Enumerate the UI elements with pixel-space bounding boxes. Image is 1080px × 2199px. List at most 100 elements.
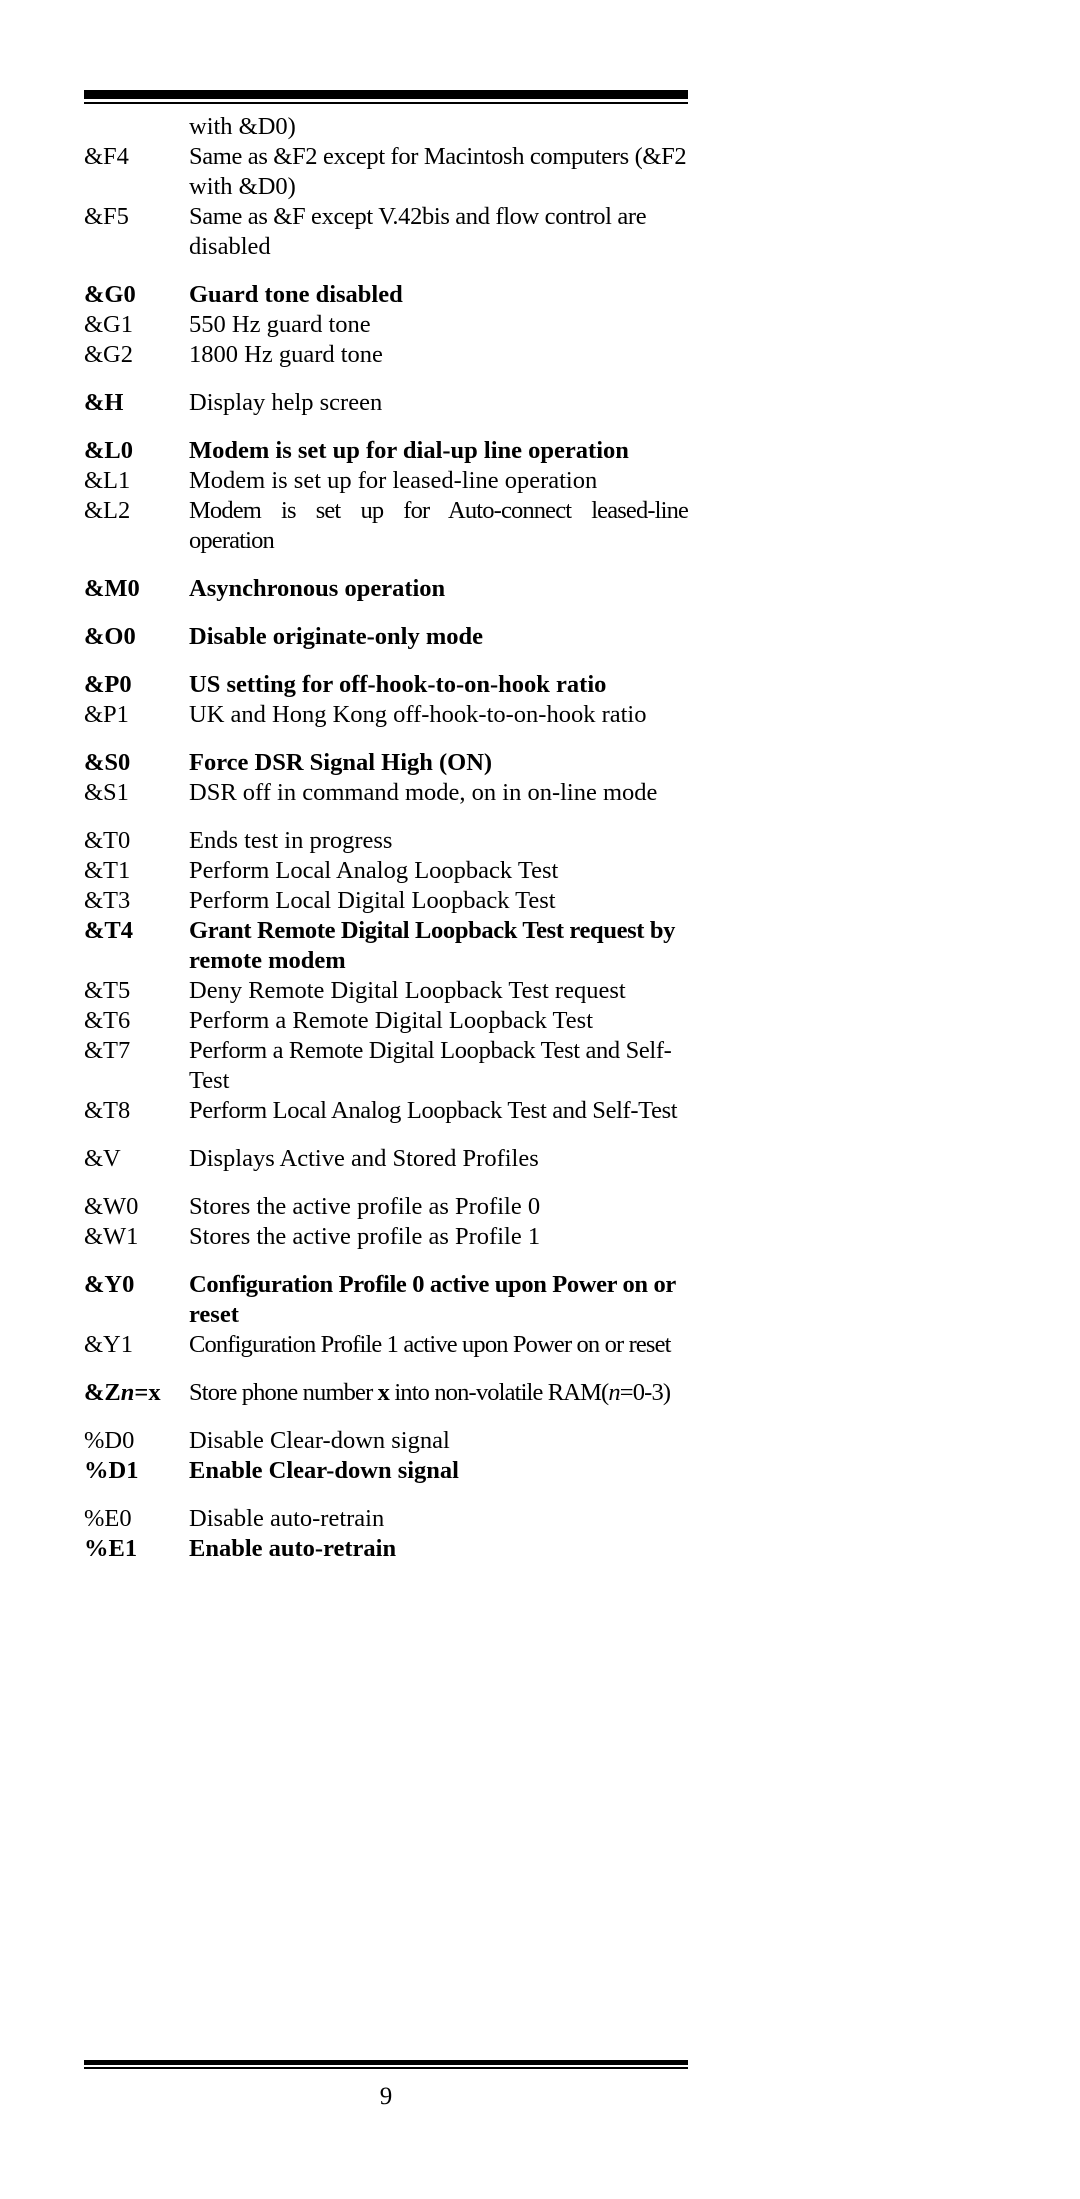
header-rule-thick [84, 90, 688, 99]
command-row: &S1 DSR off in command mode, on in on-lin… [84, 778, 688, 808]
command-row: %E1 Enable auto-retrain [84, 1534, 688, 1564]
command-description: Test [189, 1067, 230, 1094]
command-description: Modem is set up for leased-line operatio… [189, 467, 598, 494]
command-code: %E1 [84, 1535, 138, 1562]
command-row: &W0 Stores the active profile as Profile … [84, 1192, 688, 1222]
command-row: &M0 Asynchronous operation [84, 574, 688, 604]
footer-rule-thin [84, 2067, 688, 2069]
command-description: Same as &F except V.42bis and flow contr… [189, 203, 647, 230]
command-row: &S0 Force DSR Signal High (ON) [84, 748, 688, 778]
command-row: &T4 Grant Remote Digital Loopback Test re… [84, 916, 688, 946]
command-code: &S0 [84, 749, 131, 776]
command-description: Display help screen [189, 389, 383, 416]
command-description: with &D0) [189, 173, 296, 200]
command-row: &P0 US setting for off-hook-to-on-hook ra… [84, 670, 688, 700]
command-row: &H Display help screen [84, 388, 688, 418]
header-rule [84, 90, 688, 104]
header-rule-thin [84, 102, 688, 104]
command-description: 1800 Hz guard tone [189, 341, 383, 368]
command-code: &Zn=x [84, 1379, 161, 1406]
command-code: &L1 [84, 467, 131, 494]
command-row: &T3 Perform Local Digital Loopback Test [84, 886, 688, 916]
variable-x: x [377, 1379, 390, 1406]
command-row: &T7 Perform a Remote Digital Loopback Tes… [84, 1036, 688, 1066]
command-row: &T0 Ends test in progress [84, 826, 688, 856]
command-description: US setting for off-hook-to-on-hook ratio [189, 671, 607, 698]
command-description: Disable auto-retrain [189, 1505, 385, 1532]
command-row: &T6 Perform a Remote Digital Loopback Tes… [84, 1006, 688, 1036]
command-code: &W0 [84, 1193, 139, 1220]
command-code: &F5 [84, 203, 129, 230]
command-description: Displays Active and Stored Profiles [189, 1145, 539, 1172]
command-description: Perform a Remote Digital Loopback Test [189, 1007, 594, 1034]
command-code: &T1 [84, 857, 131, 884]
command-description: Store phone number x into non-volatile R… [189, 1379, 671, 1406]
command-row: &O0 Disable originate-only mode [84, 622, 688, 652]
command-code: &L2 [84, 497, 131, 524]
variable-n: n [608, 1379, 620, 1406]
command-description: Ends test in progress [189, 827, 393, 854]
command-code: &T5 [84, 977, 131, 1004]
command-code: &G1 [84, 311, 133, 338]
command-row-continuation: with &D0) [84, 112, 688, 142]
command-code: &T0 [84, 827, 131, 854]
command-code: &H [84, 389, 124, 416]
command-row: &G1 550 Hz guard tone [84, 310, 688, 340]
command-row: %D1 Enable Clear-down signal [84, 1456, 688, 1486]
command-description: Enable auto-retrain [189, 1535, 397, 1562]
command-description: Force DSR Signal High (ON) [189, 749, 493, 776]
command-row: &F4 Same as &F2 except for Macintosh comp… [84, 142, 688, 172]
document-page: with &D0) &F4 Same as &F2 except for Macin… [0, 0, 1080, 2199]
command-code: &T3 [84, 887, 131, 914]
command-description: 550 Hz guard tone [189, 311, 371, 338]
command-description: Perform Local Digital Loopback Test [189, 887, 556, 914]
command-description: Perform Local Analog Loopback Test and S… [189, 1097, 678, 1124]
command-reference-table: with &D0) &F4 Same as &F2 except for Macin… [84, 112, 689, 1564]
command-code: %D0 [84, 1427, 135, 1454]
command-row-continuation: with &D0) [84, 172, 688, 202]
command-description: Same as &F2 except for Macintosh compute… [189, 143, 687, 170]
command-code: &P0 [84, 671, 132, 698]
command-code: &Y0 [84, 1271, 135, 1298]
command-description: Enable Clear-down signal [189, 1457, 459, 1484]
command-description: Deny Remote Digital Loopback Test reques… [189, 977, 626, 1004]
command-row: &Zn=x Store phone number x into non-volat… [84, 1378, 688, 1408]
variable-x: x [148, 1379, 161, 1406]
command-code: &S1 [84, 779, 129, 806]
command-row: &L1 Modem is set up for leased-line opera… [84, 466, 688, 496]
command-description: Stores the active profile as Profile 1 [189, 1223, 541, 1250]
command-row-continuation: Test [84, 1066, 688, 1096]
command-code: &Y1 [84, 1331, 133, 1358]
command-code: %E0 [84, 1505, 132, 1532]
command-code: &G0 [84, 281, 136, 308]
command-description: Modem is set up for Auto-connect leased-… [189, 497, 689, 554]
command-row: &P1 UK and Hong Kong off-hook-to-on-hook … [84, 700, 688, 730]
command-code: &O0 [84, 623, 136, 650]
command-description: with &D0) [189, 113, 296, 140]
command-description: Disable Clear-down signal [189, 1427, 450, 1454]
command-row: %D0 Disable Clear-down signal [84, 1426, 688, 1456]
command-description: remote modem [189, 947, 346, 974]
command-code: &T8 [84, 1097, 131, 1124]
command-description: Stores the active profile as Profile 0 [189, 1193, 541, 1220]
command-code: &V [84, 1145, 121, 1172]
command-code: &W1 [84, 1223, 139, 1250]
command-code: &L0 [84, 437, 133, 464]
command-description: Grant Remote Digital Loopback Test reque… [189, 917, 676, 944]
command-row-continuation: reset [84, 1300, 688, 1330]
command-row: &Y1 Configuration Profile 1 active upon P… [84, 1330, 688, 1360]
command-description: Modem is set up for dial-up line operati… [189, 437, 629, 464]
command-description: Perform a Remote Digital Loopback Test a… [189, 1037, 672, 1064]
command-code: &T6 [84, 1007, 131, 1034]
command-code: &T4 [84, 917, 133, 944]
command-code: &G2 [84, 341, 133, 368]
command-description: Configuration Profile 0 active upon Powe… [189, 1271, 676, 1298]
command-row-continuation: remote modem [84, 946, 688, 976]
command-description: reset [189, 1301, 239, 1328]
command-code: %D1 [84, 1457, 139, 1484]
command-row: &L2 Modem is set up for Auto-connect leas… [84, 496, 689, 556]
command-row: &F5 Same as &F except V.42bis and flow co… [84, 202, 688, 232]
command-code: &M0 [84, 575, 140, 602]
command-description: Configuration Profile 1 active upon Powe… [189, 1331, 671, 1358]
command-row: &T8 Perform Local Analog Loopback Test an… [84, 1096, 688, 1126]
